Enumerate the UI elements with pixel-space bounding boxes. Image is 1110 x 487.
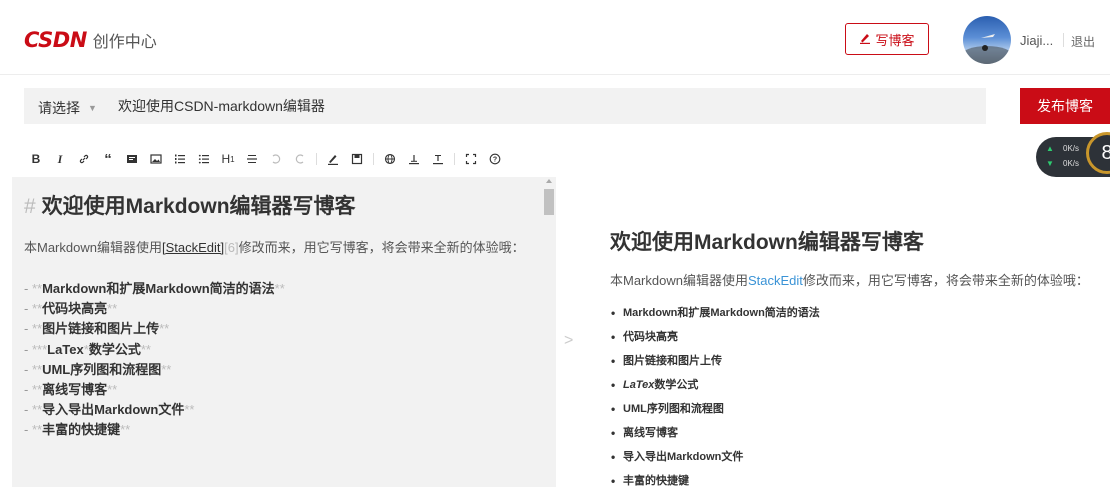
- csdn-logo[interactable]: CSDN 创作中心: [24, 28, 157, 52]
- quote-button[interactable]: “: [96, 147, 120, 171]
- list-item: 导入导出Markdown文件: [610, 445, 1100, 469]
- upload-button[interactable]: [402, 147, 426, 171]
- caret-down-icon: ▼: [88, 103, 97, 113]
- editor-scrollbar[interactable]: [542, 177, 556, 487]
- fullscreen-icon: [465, 153, 477, 165]
- pen-button[interactable]: [321, 147, 345, 171]
- undo-icon: [272, 154, 281, 164]
- list-item: - **UML序列图和流程图**: [24, 361, 172, 377]
- upload-speed: 0K/s: [1063, 144, 1080, 153]
- heading-hash: #: [24, 195, 36, 218]
- scroll-thumb[interactable]: [544, 189, 554, 215]
- editor-toolbar: B I “ H1 ?: [24, 146, 507, 172]
- title-input[interactable]: [118, 96, 978, 116]
- toolbar-divider: [454, 153, 455, 165]
- username[interactable]: Jiaji...: [1020, 33, 1053, 48]
- markdown-preview: 欢迎使用Markdown编辑器写博客 本Markdown编辑器使用StackEd…: [610, 177, 1100, 487]
- code-icon: [127, 155, 137, 163]
- svg-text:?: ?: [493, 157, 497, 164]
- toolbar-divider: [316, 153, 317, 165]
- hr-button[interactable]: [240, 147, 264, 171]
- editor-paragraph: 本Markdown编辑器使用[StackEdit][6]修改而来，用它写博客，将…: [24, 238, 529, 258]
- download-speed: 0K/s: [1063, 159, 1080, 168]
- unordered-list-button[interactable]: [192, 147, 216, 171]
- fullscreen-button[interactable]: [459, 147, 483, 171]
- avatar[interactable]: [963, 16, 1011, 64]
- download-button[interactable]: [426, 147, 450, 171]
- list-item: Markdown和扩展Markdown简洁的语法: [610, 301, 1100, 325]
- download-icon: [433, 155, 443, 165]
- ordered-list-icon: [175, 154, 185, 164]
- list-item: 代码块高亮: [610, 325, 1100, 349]
- list-item: - **丰富的快捷键**: [24, 422, 131, 438]
- redo-icon: [295, 154, 304, 164]
- list-item: 丰富的快捷键: [610, 469, 1100, 487]
- italic-button[interactable]: I: [48, 147, 72, 171]
- editor-heading: # 欢迎使用Markdown编辑器写博客: [24, 193, 529, 221]
- list-item: - **离线写博客**: [24, 382, 118, 398]
- redo-button[interactable]: [288, 147, 312, 171]
- help-button[interactable]: ?: [483, 147, 507, 171]
- speed-ring: 8: [1086, 132, 1110, 174]
- category-value: 请选择: [38, 100, 80, 116]
- toolbar-divider: [373, 153, 374, 165]
- editor-list: - **Markdown和扩展Markdown简洁的语法** - **代码块高亮…: [24, 279, 529, 441]
- markdown-editor[interactable]: # 欢迎使用Markdown编辑器写博客 本Markdown编辑器使用[Stack…: [12, 177, 556, 487]
- preview-list: Markdown和扩展Markdown简洁的语法 代码块高亮 图片链接和图片上传…: [610, 301, 1100, 487]
- globe-icon: [384, 153, 396, 165]
- list-item: UML序列图和流程图: [610, 397, 1100, 421]
- category-select[interactable]: 请选择 ▼: [38, 98, 97, 118]
- ordered-list-button[interactable]: [168, 147, 192, 171]
- list-item: - **Markdown和扩展Markdown简洁的语法**: [24, 281, 285, 296]
- chevron-right-icon[interactable]: >: [564, 332, 573, 350]
- editor-para-end: 修改而来，用它写博客，将会带来全新的体验哦：: [238, 240, 525, 255]
- save-icon: [351, 153, 363, 165]
- network-speed-widget[interactable]: ▲ 0K/s ▼ 0K/s 8: [1036, 132, 1110, 177]
- save-button[interactable]: [345, 147, 369, 171]
- preview-para-start: 本Markdown编辑器使用: [610, 273, 748, 288]
- download-arrow-icon: ▼: [1046, 159, 1054, 168]
- preview-paragraph: 本Markdown编辑器使用StackEdit修改而来，用它写博客，将会带来全新…: [610, 271, 1100, 291]
- editor-heading-text: 欢迎使用Markdown编辑器写博客: [41, 195, 356, 218]
- bold-button[interactable]: B: [24, 147, 48, 171]
- code-button[interactable]: [120, 147, 144, 171]
- editor-stackedit-link: [StackEdit]: [161, 240, 225, 255]
- scroll-up-arrow-icon[interactable]: [546, 179, 552, 183]
- list-item: - ***LaTex*数学公式**: [24, 341, 151, 357]
- upload-icon: [409, 155, 419, 165]
- link-button[interactable]: [72, 147, 96, 171]
- list-item: - **代码块高亮**: [24, 301, 118, 317]
- globe-button[interactable]: [378, 147, 402, 171]
- help-icon: ?: [489, 153, 501, 165]
- write-blog-button[interactable]: 写博客: [845, 23, 929, 55]
- pen-icon: [859, 32, 871, 47]
- list-item: - **图片链接和图片上传**: [24, 321, 170, 337]
- image-icon: [150, 154, 162, 164]
- list-item: LaTex数学公式: [610, 373, 1100, 397]
- header-divider: [1063, 33, 1064, 47]
- heading-button[interactable]: H1: [216, 147, 240, 171]
- list-item: - **导入导出Markdown文件**: [24, 402, 195, 418]
- undo-button[interactable]: [264, 147, 288, 171]
- preview-para-end: 修改而来，用它写博客，将会带来全新的体验哦：: [802, 273, 1089, 288]
- image-button[interactable]: [144, 147, 168, 171]
- title-bar: 请选择 ▼: [24, 88, 986, 124]
- pen-icon: [328, 155, 338, 165]
- preview-heading: 欢迎使用Markdown编辑器写博客: [610, 231, 924, 254]
- preview-stackedit-link[interactable]: StackEdit: [748, 273, 803, 288]
- list-item: 图片链接和图片上传: [610, 349, 1100, 373]
- logout-link[interactable]: 退出: [1071, 33, 1095, 50]
- editor-ref: [6]: [224, 240, 239, 255]
- logo-mark: CSDN: [24, 28, 87, 52]
- upload-arrow-icon: ▲: [1046, 144, 1054, 153]
- unordered-list-icon: [198, 154, 209, 164]
- publish-button[interactable]: 发布博客: [1020, 88, 1110, 124]
- logo-subtitle: 创作中心: [92, 34, 157, 51]
- hr-icon: [247, 155, 257, 163]
- editor-para-start: 本Markdown编辑器使用: [24, 240, 162, 255]
- list-item: 离线写博客: [610, 421, 1100, 445]
- link-icon: [79, 154, 89, 164]
- top-header: CSDN 创作中心 写博客 Jiaji... 退出: [0, 0, 1110, 75]
- write-blog-label: 写博客: [875, 32, 915, 48]
